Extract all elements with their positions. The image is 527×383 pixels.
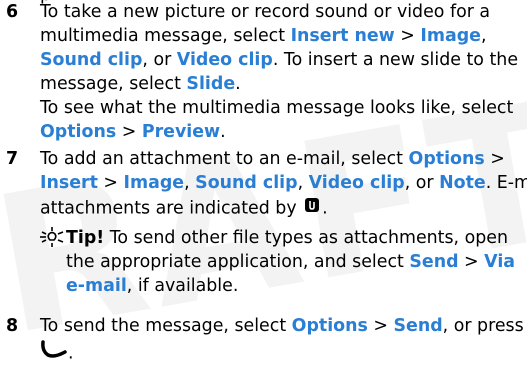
step-7-line-2: Insert > Image, Sound clip, Video clip, … <box>40 171 527 195</box>
body-text: > <box>458 252 485 272</box>
menu-reference: Image <box>420 26 481 46</box>
body-text: , <box>184 173 196 193</box>
menu-reference: Preview <box>141 122 221 142</box>
body-text: , or <box>404 173 440 193</box>
tip-icon <box>38 226 66 253</box>
step-6-line-2: multimedia message, select Insert new > … <box>40 24 487 48</box>
body-text: the appropriate application, and select <box>66 252 410 272</box>
body-text: To send the message, select <box>40 316 292 336</box>
body-text: . To insert a new slide to the <box>272 50 519 70</box>
step-number: 6 <box>6 2 19 22</box>
body-text: . <box>68 343 74 364</box>
step-number: 7 <box>6 149 19 169</box>
body-text: > <box>394 26 421 46</box>
body-text: multimedia message, select <box>40 26 291 46</box>
body-text: To take a new picture or record sound or… <box>40 2 491 22</box>
menu-reference: Sound clip <box>195 173 298 193</box>
body-text: . <box>322 198 328 219</box>
menu-reference: Send <box>409 252 459 272</box>
body-text: , <box>297 173 309 193</box>
tip-line-1: Tip! To send other file types as attachm… <box>66 226 508 250</box>
body-text: . <box>220 122 226 142</box>
step-7-line-3: attachments are indicated by . <box>40 195 328 222</box>
paperclip-icon <box>302 195 322 222</box>
menu-reference: Via <box>484 252 516 272</box>
step-7-line-1: To add an attachment to an e-mail, selec… <box>40 147 505 171</box>
menu-reference: Sound clip <box>40 50 143 70</box>
menu-reference: Insert new <box>290 26 395 46</box>
menu-reference: Video clip <box>308 173 405 193</box>
tip-label: Tip! <box>66 228 105 248</box>
step-6-line-5: To see what the multimedia message looks… <box>40 96 513 120</box>
body-text: > <box>116 122 142 142</box>
body-text: . E-mail <box>485 173 527 193</box>
body-text: , or press <box>442 316 524 336</box>
menu-reference: Send <box>393 316 443 336</box>
body-text: message, select <box>40 74 187 94</box>
step-8-line-1: To send the message, select Options > Se… <box>40 314 524 338</box>
body-text: , <box>480 26 487 46</box>
tip-line-2: the appropriate application, and select … <box>66 250 515 274</box>
step-6-line-3: Sound clip, or Video clip. To insert a n… <box>40 48 518 72</box>
menu-reference: Slide <box>186 74 236 94</box>
step-6-line-4: message, select Slide. <box>40 72 241 96</box>
call-key-icon <box>40 339 68 368</box>
step-8-line-2: . <box>40 339 74 368</box>
menu-reference: Options <box>408 149 485 169</box>
body-text: , or <box>142 50 177 70</box>
menu-reference: Image <box>123 173 185 193</box>
menu-reference: Video clip <box>176 50 273 70</box>
body-text: . <box>235 74 241 94</box>
menu-reference: Options <box>40 122 117 142</box>
tip-line-3: e-mail, if available. <box>66 274 238 298</box>
menu-reference: Options <box>291 316 368 336</box>
step-6-line-6: Options > Preview. <box>40 120 226 144</box>
menu-reference: e-mail <box>66 276 127 296</box>
body-text: To add an attachment to an e-mail, selec… <box>40 149 409 169</box>
body-text: To see what the multimedia message looks… <box>40 98 514 118</box>
body-text: > <box>484 149 505 169</box>
step-number: 8 <box>6 316 19 336</box>
body-text: , if available. <box>126 276 239 296</box>
body-text: To send other file types as attachments,… <box>104 228 509 248</box>
step-6-line-1: To take a new picture or record sound or… <box>40 0 490 24</box>
menu-reference: Note <box>439 173 486 193</box>
body-text: attachments are indicated by <box>40 198 303 219</box>
body-text: > <box>367 316 394 336</box>
body-text: > <box>97 173 124 193</box>
menu-reference: Insert <box>40 173 98 193</box>
